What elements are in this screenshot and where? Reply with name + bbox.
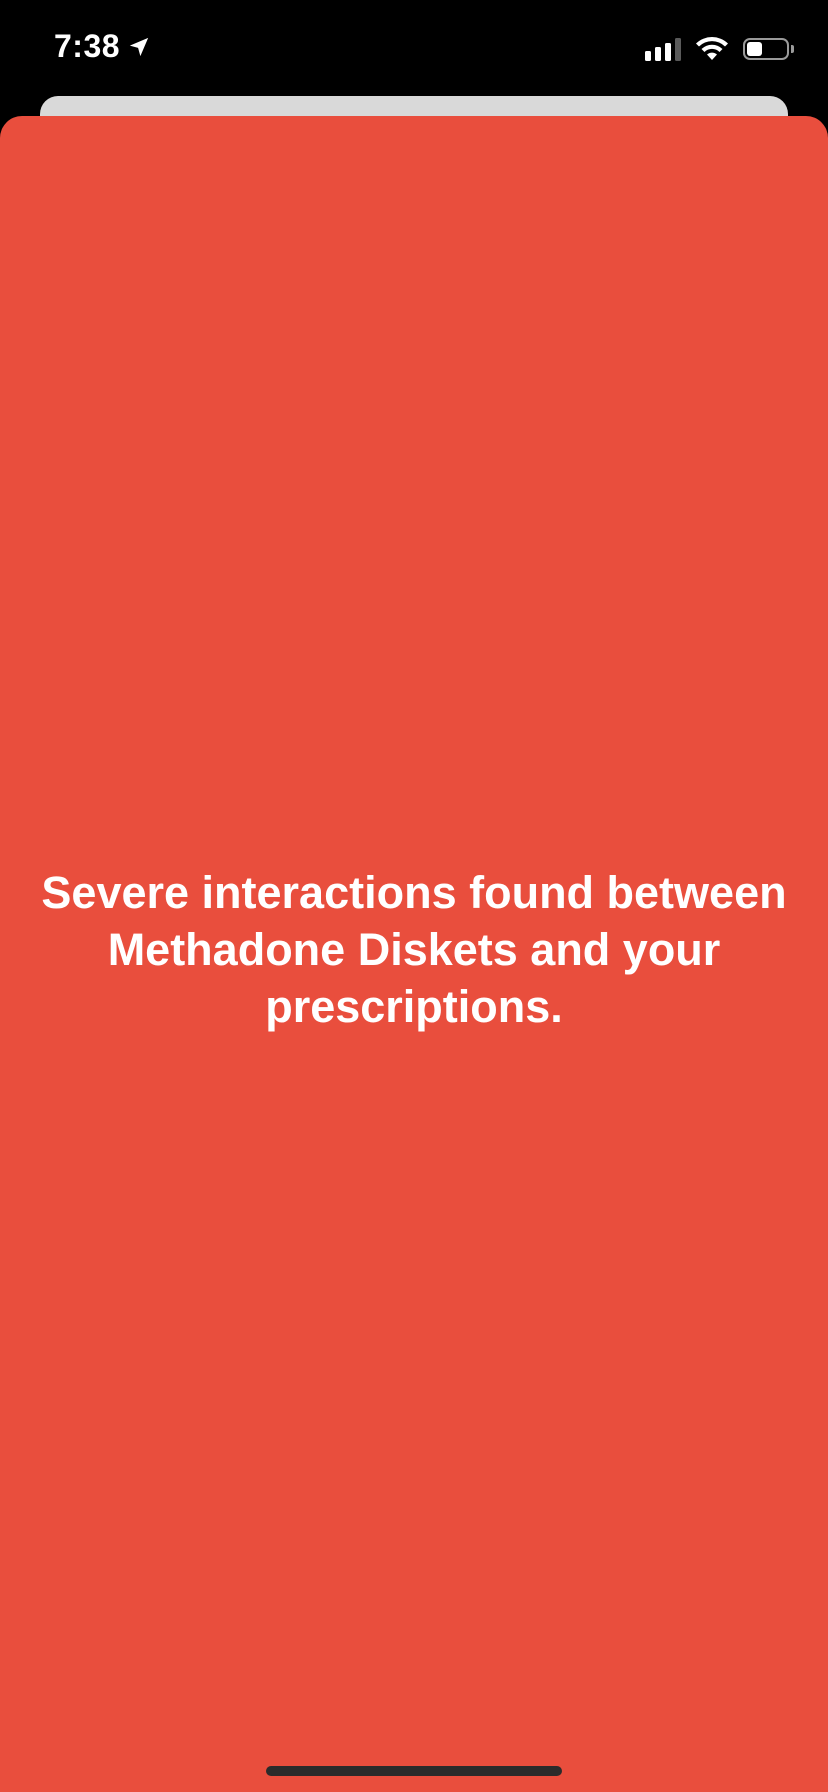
interaction-alert-sheet: Severe interactions found between Methad… — [0, 116, 828, 1792]
battery-cap — [791, 45, 794, 53]
cellular-signal-icon — [645, 37, 681, 61]
status-bar: 7:38 — [0, 0, 828, 96]
status-time-group: 7:38 — [54, 28, 150, 65]
signal-bar — [645, 51, 651, 61]
status-indicators — [645, 36, 794, 62]
status-time: 7:38 — [54, 28, 121, 64]
battery-level-fill — [747, 42, 762, 56]
wifi-icon — [696, 37, 728, 60]
battery-icon — [743, 38, 789, 60]
alert-message: Severe interactions found between Methad… — [41, 867, 787, 1032]
screen: 7:38 Severe interactions found between M… — [0, 0, 828, 1792]
signal-bar — [665, 43, 671, 61]
signal-bar — [655, 47, 661, 61]
signal-bar — [675, 38, 681, 61]
home-indicator[interactable] — [266, 1766, 562, 1776]
location-arrow-icon — [129, 37, 149, 56]
